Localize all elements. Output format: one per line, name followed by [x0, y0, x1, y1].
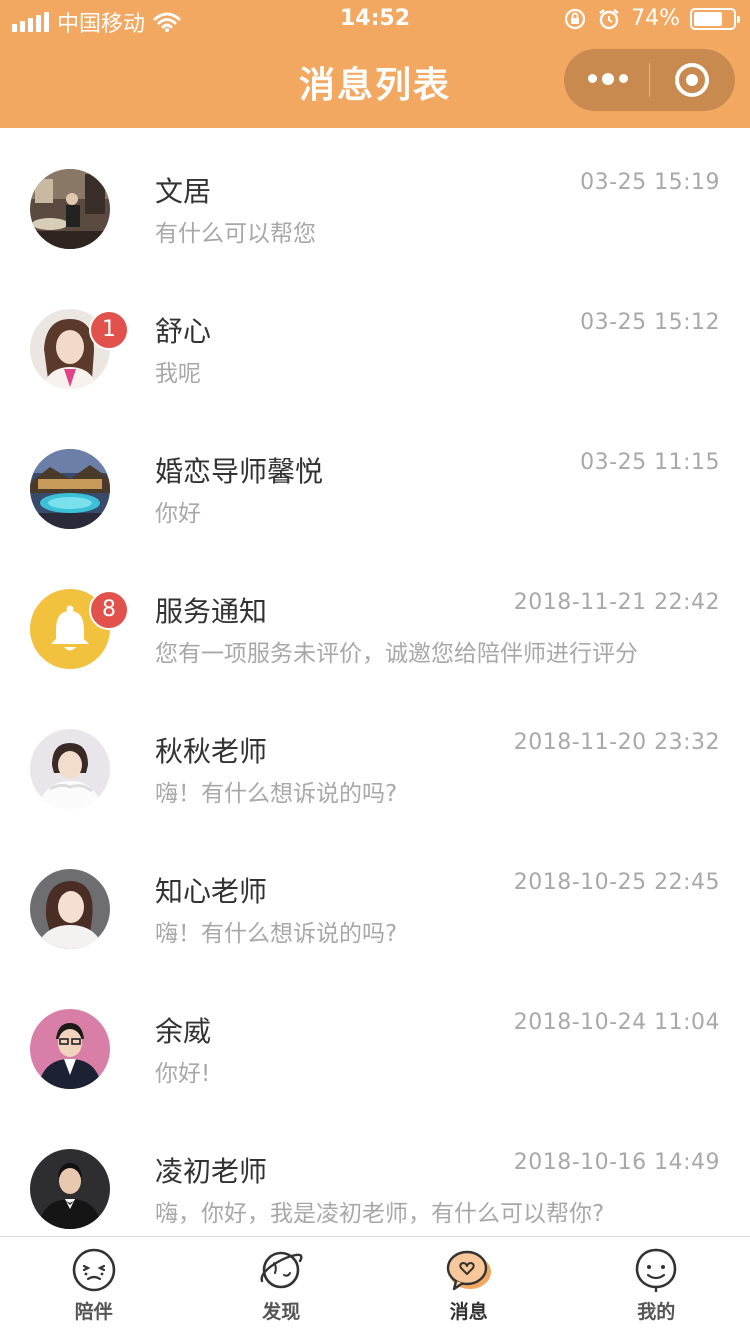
tab-label: 消息 [449, 1301, 488, 1323]
companion-face-icon [72, 1248, 116, 1292]
message-time: 2018-11-20 23:32 [513, 730, 720, 755]
message-time: 2018-10-25 22:45 [513, 870, 720, 895]
unread-badge: 8 [89, 590, 129, 630]
message-preview: 我呢 [155, 361, 201, 387]
profile-face-icon [635, 1248, 677, 1292]
message-list: 文居 03-25 15:19 有什么可以帮您 1 舒心 03-25 15:12 … [0, 128, 750, 1236]
close-mini-program-button[interactable] [675, 63, 709, 97]
message-time: 03-25 15:19 [580, 170, 720, 195]
tab-label: 我的 [637, 1301, 676, 1323]
message-list-page: 中国移动 14:52 74% 消息列表 文居 03-25 15:19 有什么可以… [0, 0, 750, 1334]
header: 中国移动 14:52 74% 消息列表 [0, 0, 750, 128]
message-time: 03-25 15:12 [580, 310, 720, 335]
avatar [30, 729, 110, 809]
tab-label: 发现 [262, 1301, 301, 1323]
message-item[interactable]: 1 舒心 03-25 15:12 我呢 [0, 268, 750, 408]
avatar [30, 869, 110, 949]
contact-name: 服务通知 [155, 595, 268, 628]
contact-name: 舒心 [155, 315, 212, 348]
contact-name: 知心老师 [155, 875, 268, 908]
message-item[interactable]: 婚恋导师馨悦 03-25 11:15 你好 [0, 408, 750, 548]
message-item[interactable]: 知心老师 2018-10-25 22:45 嗨！有什么想诉说的吗? [0, 828, 750, 968]
tab-label: 陪伴 [74, 1301, 113, 1323]
tab-messages[interactable]: 消息 [375, 1237, 563, 1334]
message-item[interactable]: 8 服务通知 2018-11-21 22:42 您有一项服务未评价，诚邀您给陪伴… [0, 548, 750, 688]
message-preview: 嗨！有什么想诉说的吗? [155, 921, 398, 947]
message-time: 2018-10-24 11:04 [513, 1010, 720, 1035]
mini-program-capsule [564, 49, 735, 111]
message-time: 03-25 11:15 [580, 450, 720, 475]
contact-name: 秋秋老师 [155, 735, 268, 768]
contact-name: 余威 [155, 1015, 212, 1048]
message-time: 2018-11-21 22:42 [513, 590, 720, 615]
contact-name: 凌初老师 [155, 1155, 268, 1188]
message-preview: 你好 [155, 501, 201, 527]
avatar [30, 449, 110, 529]
battery-percent: 74% [631, 6, 680, 31]
message-preview: 你好! [155, 1061, 211, 1087]
message-preview: 您有一项服务未评价，诚邀您给陪伴师进行评分 [155, 641, 638, 667]
message-item[interactable]: 余威 2018-10-24 11:04 你好! [0, 968, 750, 1108]
message-preview: 嗨，你好，我是凌初老师，有什么可以帮你? [155, 1201, 605, 1227]
avatar [30, 169, 110, 249]
message-item[interactable]: 文居 03-25 15:19 有什么可以帮您 [0, 128, 750, 268]
contact-name: 婚恋导师馨悦 [155, 455, 324, 488]
tab-companion[interactable]: 陪伴 [0, 1237, 188, 1334]
tab-profile[interactable]: 我的 [563, 1237, 750, 1334]
message-preview: 嗨！有什么想诉说的吗? [155, 781, 398, 807]
planet-icon [260, 1251, 303, 1289]
tab-bar: 陪伴 发现 消息 我的 [0, 1236, 750, 1334]
contact-name: 文居 [155, 175, 212, 208]
avatar [30, 1009, 110, 1089]
more-button[interactable] [588, 72, 628, 85]
battery-fill [694, 11, 723, 26]
message-time: 2018-10-16 14:49 [513, 1150, 720, 1175]
message-item[interactable]: 秋秋老师 2018-11-20 23:32 嗨！有什么想诉说的吗? [0, 688, 750, 828]
alarm-icon [599, 8, 619, 29]
tab-discover[interactable]: 发现 [188, 1237, 376, 1334]
battery-icon [690, 7, 740, 30]
avatar [30, 1149, 110, 1229]
rotation-lock-icon [564, 8, 586, 29]
unread-badge: 1 [89, 310, 129, 350]
status-right: 74% [563, 6, 740, 31]
status-bar: 中国移动 14:52 74% [0, 0, 750, 40]
message-preview: 有什么可以帮您 [155, 221, 316, 247]
message-heart-icon [446, 1250, 491, 1291]
message-item[interactable]: 凌初老师 2018-10-16 14:49 嗨，你好，我是凌初老师，有什么可以帮… [0, 1108, 750, 1236]
